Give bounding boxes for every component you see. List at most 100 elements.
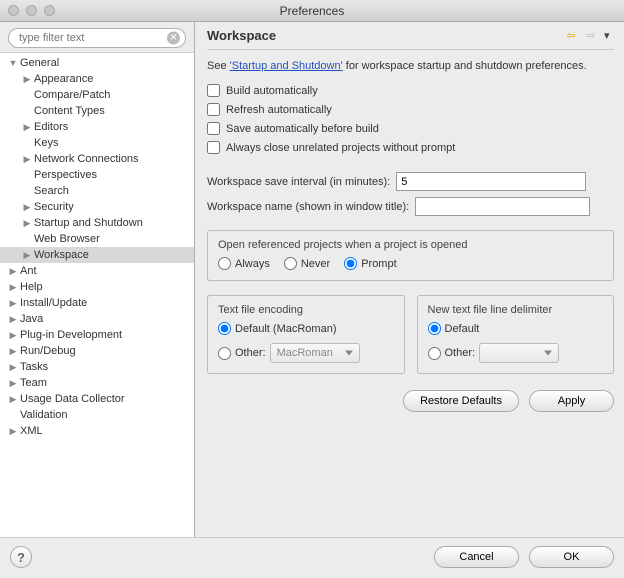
tree-item-general[interactable]: ▼General — [0, 55, 194, 71]
twisty-icon[interactable]: ▶ — [22, 154, 32, 165]
delimiter-other-select — [479, 343, 559, 363]
encoding-default-option[interactable]: Default (MacRoman) — [218, 322, 336, 335]
tree-item-label: Editors — [34, 121, 68, 133]
startup-shutdown-link[interactable]: 'Startup and Shutdown' — [230, 60, 343, 72]
tree-item-xml[interactable]: ▶XML — [0, 423, 194, 439]
tree-item-ant[interactable]: ▶Ant — [0, 263, 194, 279]
tree-item-tasks[interactable]: ▶Tasks — [0, 359, 194, 375]
twisty-icon[interactable]: ▶ — [8, 330, 18, 341]
tree-item-install-update[interactable]: ▶Install/Update — [0, 295, 194, 311]
page-description: See 'Startup and Shutdown' for workspace… — [207, 60, 614, 72]
refresh-automatically-checkbox[interactable] — [207, 103, 220, 116]
tree-item-label: Validation — [20, 409, 68, 421]
save-before-build-label: Save automatically before build — [226, 123, 379, 135]
tree-item-security[interactable]: ▶Security — [0, 199, 194, 215]
twisty-icon[interactable]: ▶ — [8, 394, 18, 405]
close-unrelated-checkbox[interactable] — [207, 141, 220, 154]
help-icon[interactable]: ? — [10, 546, 32, 568]
refresh-automatically-row: Refresh automatically — [207, 103, 614, 116]
tree-item-web-browser[interactable]: Web Browser — [0, 231, 194, 247]
tree-item-help[interactable]: ▶Help — [0, 279, 194, 295]
twisty-icon[interactable]: ▶ — [22, 122, 32, 133]
tree-item-label: Java — [20, 313, 43, 325]
twisty-icon[interactable]: ▶ — [8, 378, 18, 389]
tree-item-content-types[interactable]: Content Types — [0, 103, 194, 119]
tree-item-validation[interactable]: Validation — [0, 407, 194, 423]
tree-item-label: XML — [20, 425, 43, 437]
tree-item-label: Perspectives — [34, 169, 97, 181]
encoding-legend: Text file encoding — [218, 304, 394, 316]
ref-prompt-radio[interactable] — [344, 257, 357, 270]
tree-item-usage-data-collector[interactable]: ▶Usage Data Collector — [0, 391, 194, 407]
twisty-icon[interactable]: ▶ — [22, 250, 32, 261]
tree-item-label: Help — [20, 281, 43, 293]
ref-never-option[interactable]: Never — [284, 257, 330, 270]
encoding-default-radio[interactable] — [218, 322, 231, 335]
encoding-other-option[interactable]: Other: MacRoman — [218, 343, 360, 363]
ref-always-radio[interactable] — [218, 257, 231, 270]
nav-menu-icon[interactable]: ▾ — [604, 29, 614, 42]
close-unrelated-row: Always close unrelated projects without … — [207, 141, 614, 154]
nav-back-icon[interactable]: ⇦ — [564, 29, 578, 42]
ref-never-radio[interactable] — [284, 257, 297, 270]
twisty-icon[interactable]: ▼ — [8, 58, 18, 68]
delimiter-default-option[interactable]: Default — [428, 322, 480, 335]
twisty-icon[interactable]: ▶ — [22, 74, 32, 85]
tree-item-plug-in-development[interactable]: ▶Plug-in Development — [0, 327, 194, 343]
filter-input[interactable] — [8, 28, 186, 48]
workspace-name-input[interactable] — [415, 197, 590, 216]
tree-item-label: Compare/Patch — [34, 89, 110, 101]
twisty-icon[interactable]: ▶ — [8, 266, 18, 277]
delimiter-default-radio[interactable] — [428, 322, 441, 335]
twisty-icon[interactable]: ▶ — [8, 346, 18, 357]
tree-item-label: Install/Update — [20, 297, 87, 309]
tree-item-label: Network Connections — [34, 153, 139, 165]
cancel-button[interactable]: Cancel — [434, 546, 519, 568]
twisty-icon[interactable]: ▶ — [8, 298, 18, 309]
tree-item-startup-and-shutdown[interactable]: ▶Startup and Shutdown — [0, 215, 194, 231]
preference-tree[interactable]: ▼General▶AppearanceCompare/PatchContent … — [0, 52, 194, 537]
apply-button[interactable]: Apply — [529, 390, 614, 412]
tree-item-label: Workspace — [34, 249, 89, 261]
tree-item-team[interactable]: ▶Team — [0, 375, 194, 391]
delimiter-other-option[interactable]: Other: — [428, 343, 560, 363]
tree-item-editors[interactable]: ▶Editors — [0, 119, 194, 135]
tree-item-compare-patch[interactable]: Compare/Patch — [0, 87, 194, 103]
window-title: Preferences — [0, 4, 624, 18]
twisty-icon[interactable]: ▶ — [8, 362, 18, 373]
encoding-other-radio[interactable] — [218, 347, 231, 360]
tree-item-java[interactable]: ▶Java — [0, 311, 194, 327]
tree-item-workspace[interactable]: ▶Workspace — [0, 247, 194, 263]
twisty-icon[interactable]: ▶ — [8, 282, 18, 293]
build-automatically-checkbox[interactable] — [207, 84, 220, 97]
twisty-icon[interactable]: ▶ — [8, 426, 18, 437]
refresh-automatically-label: Refresh automatically — [226, 104, 332, 116]
build-automatically-row: Build automatically — [207, 84, 614, 97]
tree-item-label: Usage Data Collector — [20, 393, 125, 405]
tree-item-network-connections[interactable]: ▶Network Connections — [0, 151, 194, 167]
save-before-build-checkbox[interactable] — [207, 122, 220, 135]
ref-prompt-option[interactable]: Prompt — [344, 257, 396, 270]
clear-filter-icon[interactable]: ✕ — [167, 32, 180, 45]
nav-forward-icon: ⇨ — [584, 29, 598, 42]
sidebar: ✕ ▼General▶AppearanceCompare/PatchConten… — [0, 22, 195, 537]
tree-item-label: Team — [20, 377, 47, 389]
twisty-icon[interactable]: ▶ — [22, 202, 32, 213]
restore-defaults-button[interactable]: Restore Defaults — [403, 390, 519, 412]
tree-item-keys[interactable]: Keys — [0, 135, 194, 151]
referenced-projects-group: Open referenced projects when a project … — [207, 230, 614, 281]
tree-item-label: General — [20, 57, 59, 69]
ok-button[interactable]: OK — [529, 546, 614, 568]
tree-item-search[interactable]: Search — [0, 183, 194, 199]
tree-item-perspectives[interactable]: Perspectives — [0, 167, 194, 183]
tree-item-run-debug[interactable]: ▶Run/Debug — [0, 343, 194, 359]
save-interval-input[interactable] — [396, 172, 586, 191]
tree-item-appearance[interactable]: ▶Appearance — [0, 71, 194, 87]
titlebar: Preferences — [0, 0, 624, 22]
delimiter-other-radio[interactable] — [428, 347, 441, 360]
ref-always-option[interactable]: Always — [218, 257, 270, 270]
twisty-icon[interactable]: ▶ — [22, 218, 32, 229]
tree-item-label: Ant — [20, 265, 37, 277]
twisty-icon[interactable]: ▶ — [8, 314, 18, 325]
tree-item-label: Web Browser — [34, 233, 100, 245]
